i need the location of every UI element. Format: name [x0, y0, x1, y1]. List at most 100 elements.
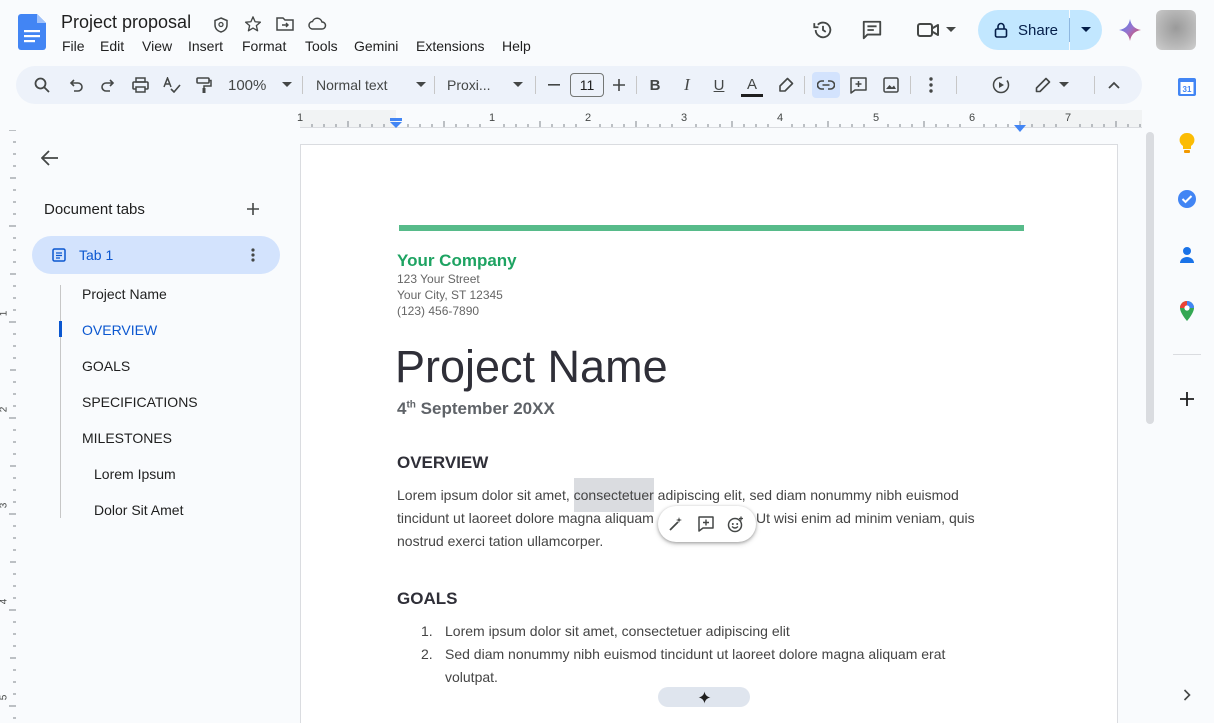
- insert-comment-icon[interactable]: [848, 66, 868, 104]
- emoji-reaction-icon[interactable]: [727, 516, 744, 538]
- get-add-ons-plus-icon[interactable]: [1174, 386, 1200, 412]
- maps-icon[interactable]: [1174, 298, 1200, 324]
- docs-logo-icon[interactable]: [18, 14, 46, 50]
- star-icon[interactable]: [242, 13, 264, 35]
- vruler-number: 5: [0, 695, 9, 701]
- search-menus-icon[interactable]: [32, 66, 52, 104]
- redo-icon[interactable]: [98, 66, 118, 104]
- security-shield-icon[interactable]: [210, 14, 232, 36]
- horizontal-ruler[interactable]: 1 1 2 3 4 5 6 7: [297, 110, 1142, 132]
- highlight-color-icon[interactable]: [776, 66, 796, 104]
- chevron-down-icon: [1081, 27, 1091, 32]
- zoom-select[interactable]: 100%: [228, 66, 292, 104]
- underline-icon[interactable]: U: [710, 66, 728, 104]
- document-scrollbar-thumb[interactable]: [1146, 132, 1154, 424]
- goal-2-text-line-2: volutpat.: [445, 669, 498, 685]
- share-button[interactable]: Share: [978, 10, 1069, 50]
- right-indent-marker-icon[interactable]: [1014, 119, 1026, 137]
- calendar-icon[interactable]: 31: [1174, 74, 1200, 100]
- gemini-help-pill[interactable]: [658, 687, 750, 707]
- company-name: Your Company: [397, 251, 517, 270]
- vertical-ruler[interactable]: 1 2 3 4 5: [0, 130, 16, 723]
- menu-tools[interactable]: Tools: [305, 38, 338, 54]
- outline-item-goals[interactable]: GOALS: [82, 358, 130, 374]
- outline-item-milestones[interactable]: MILESTONES: [82, 430, 172, 446]
- font-family-select[interactable]: Proxi...: [447, 66, 523, 104]
- menu-format[interactable]: Format: [242, 38, 286, 54]
- avatar[interactable]: [1156, 10, 1196, 50]
- outline-item-dolor-sit-amet[interactable]: Dolor Sit Amet: [94, 502, 183, 518]
- goal-1-text: Lorem ipsum dolor sit amet, consectetuer…: [445, 623, 790, 639]
- back-arrow-icon[interactable]: [38, 146, 62, 170]
- expand-side-panel-chevron-icon[interactable]: [1174, 682, 1200, 708]
- outline-item-overview[interactable]: OVERVIEW: [82, 322, 157, 338]
- italic-icon[interactable]: I: [678, 66, 696, 104]
- tab-1-label: Tab 1: [79, 247, 114, 263]
- more-options-icon[interactable]: [922, 66, 940, 104]
- menu-edit[interactable]: Edit: [100, 38, 124, 54]
- outline-item-specifications[interactable]: SPECIFICATIONS: [82, 394, 198, 410]
- tasks-icon[interactable]: [1174, 186, 1200, 212]
- share-options-button[interactable]: [1070, 10, 1102, 50]
- company-city: Your City, ST 12345: [397, 288, 503, 302]
- version-history-icon[interactable]: [810, 17, 836, 43]
- ruler-number: 7: [1065, 112, 1072, 124]
- side-panel-divider: [1173, 354, 1201, 355]
- company-street: 123 Your Street: [397, 272, 480, 286]
- tab-options-icon[interactable]: [251, 248, 255, 267]
- editing-mode-pencil-icon[interactable]: [1032, 66, 1054, 104]
- overview-text: Lorem ipsum dolor sit amet,: [397, 487, 574, 503]
- ruler-number: 3: [681, 112, 688, 124]
- font-size-input[interactable]: 11: [570, 73, 604, 97]
- hide-menus-chevron-up-icon[interactable]: [1104, 66, 1124, 104]
- tab-1[interactable]: Tab 1: [32, 236, 280, 274]
- increase-font-size-icon[interactable]: [611, 66, 627, 104]
- outline-item-lorem-ipsum[interactable]: Lorem Ipsum: [94, 466, 176, 482]
- overview-paragraph-line-2a: tincidunt ut laoreet dolore magna aliqua…: [397, 510, 654, 526]
- keep-icon[interactable]: [1174, 130, 1200, 156]
- zoom-value: 100%: [228, 76, 267, 94]
- add-comment-icon[interactable]: [698, 516, 714, 537]
- move-folder-icon[interactable]: [274, 13, 296, 35]
- menu-insert[interactable]: Insert: [188, 38, 223, 54]
- left-indent-marker-icon[interactable]: [390, 115, 402, 133]
- text-color-icon[interactable]: A: [740, 66, 764, 104]
- overview-heading: OVERVIEW: [397, 453, 489, 472]
- vertical-ruler-ticks: [9, 130, 16, 719]
- undo-icon[interactable]: [66, 66, 86, 104]
- menu-help[interactable]: Help: [502, 38, 531, 54]
- menu-extensions[interactable]: Extensions: [416, 38, 484, 54]
- paint-format-icon[interactable]: [194, 66, 214, 104]
- insert-image-icon[interactable]: [881, 66, 901, 104]
- document-tab-icon: [52, 248, 66, 267]
- comments-icon[interactable]: [859, 17, 885, 43]
- paragraph-style-select[interactable]: Normal text: [316, 66, 426, 104]
- decrease-font-size-icon[interactable]: [546, 66, 562, 104]
- spelling-check-icon[interactable]: [162, 66, 182, 104]
- bold-icon[interactable]: B: [646, 66, 664, 104]
- print-icon[interactable]: [130, 66, 150, 104]
- add-tab-icon[interactable]: [244, 200, 262, 218]
- meet-video-icon[interactable]: [913, 17, 943, 43]
- company-phone: (123) 456-7890: [397, 304, 480, 318]
- outline-item-project-name[interactable]: Project Name: [82, 286, 167, 302]
- outline-active-marker: [59, 321, 62, 337]
- editing-mode-chevron-icon[interactable]: [1058, 66, 1070, 104]
- font-size-value: 11: [579, 77, 595, 93]
- contacts-icon[interactable]: [1174, 242, 1200, 268]
- document-page[interactable]: Your Company 123 Your Street Your City, …: [300, 144, 1118, 723]
- insert-link-button[interactable]: [812, 72, 840, 98]
- menu-gemini[interactable]: Gemini: [354, 38, 398, 54]
- cloud-saved-icon[interactable]: [306, 13, 328, 35]
- help-me-write-icon[interactable]: [668, 516, 684, 537]
- menu-view[interactable]: View: [142, 38, 172, 54]
- autofill-smart-icon[interactable]: [990, 66, 1012, 104]
- document-title[interactable]: Project proposal: [61, 12, 191, 33]
- gemini-spark-icon[interactable]: [1117, 17, 1143, 43]
- menu-file[interactable]: File: [62, 38, 85, 54]
- project-title: Project Name: [395, 341, 668, 392]
- chevron-down-icon: [282, 82, 292, 87]
- meet-dropdown-chevron-icon[interactable]: [944, 22, 958, 38]
- ruler-number: 4: [777, 112, 784, 124]
- header-accent-bar: [399, 225, 1024, 231]
